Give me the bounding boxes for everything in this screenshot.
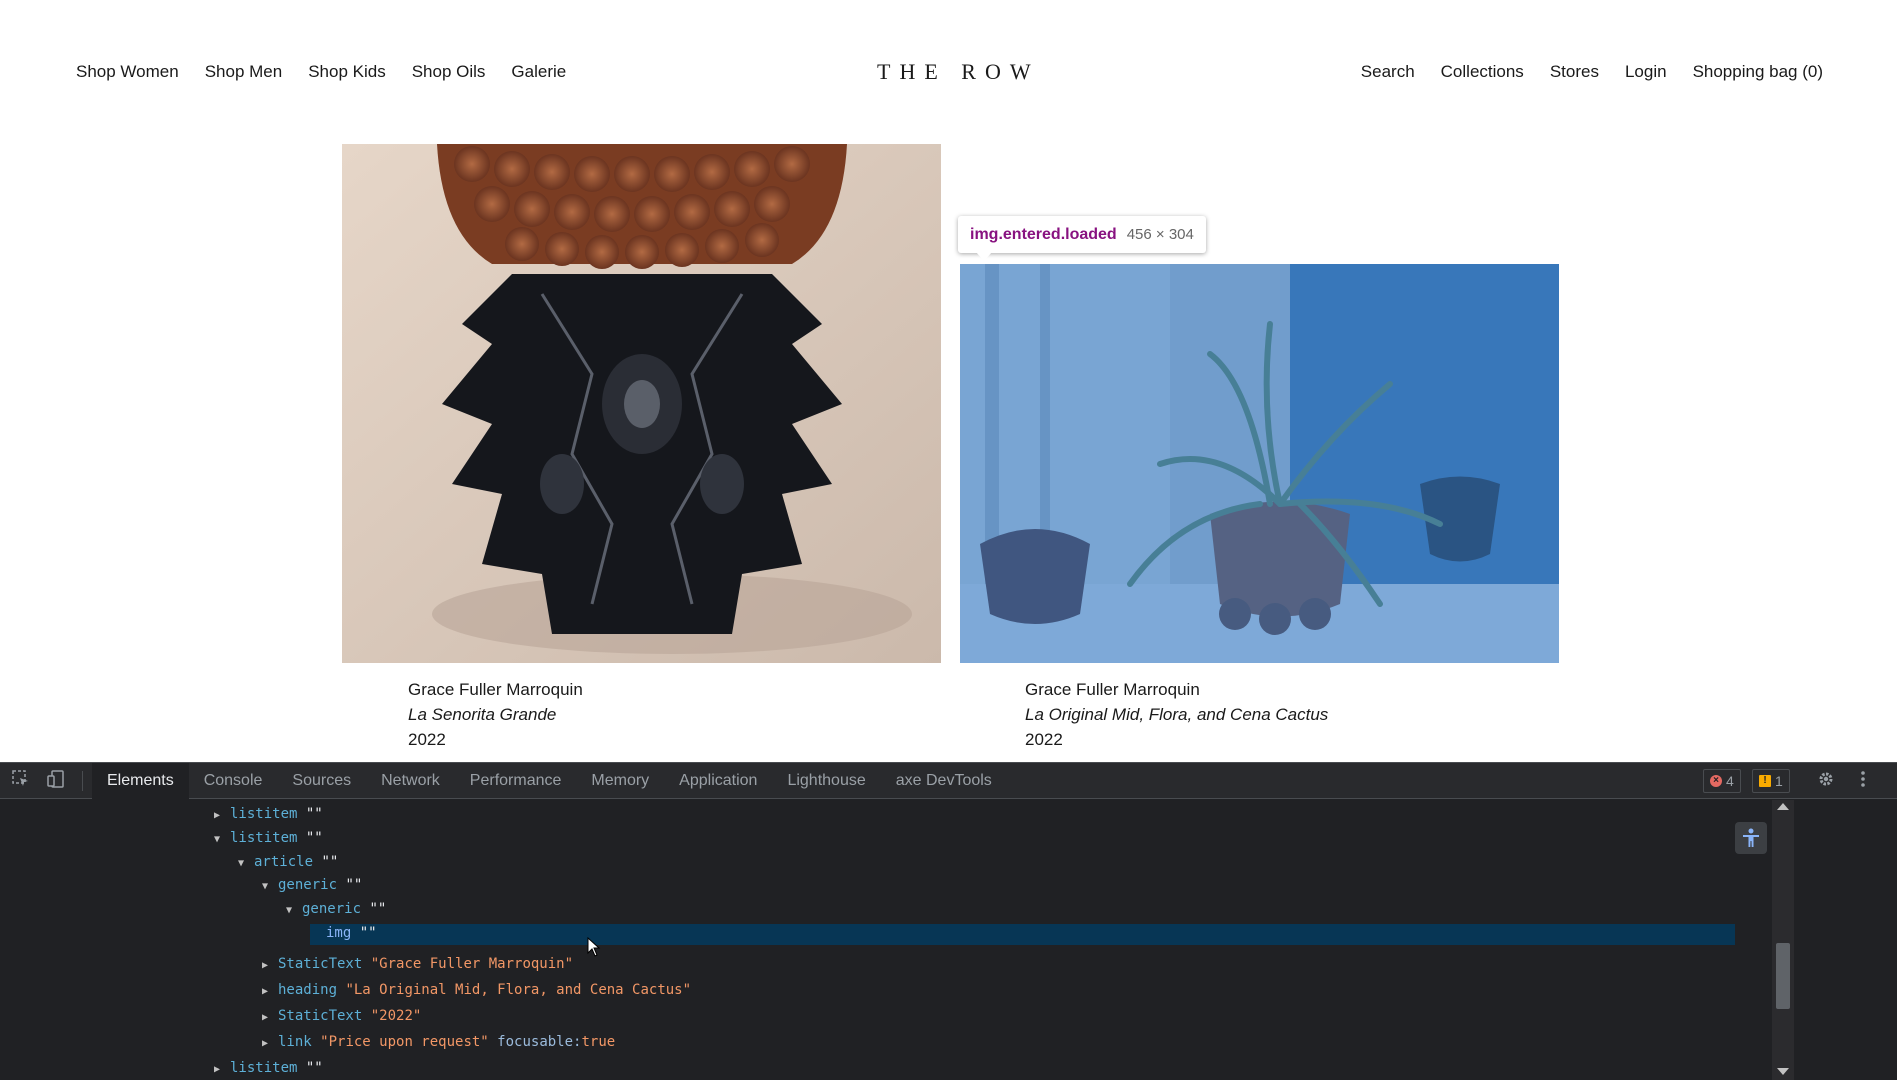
scroll-down-arrow-icon[interactable] <box>1777 1068 1789 1075</box>
expand-arrow-icon[interactable]: ▶ <box>214 805 230 827</box>
accessibility-person-icon[interactable] <box>1735 822 1767 854</box>
tab-network[interactable]: Network <box>366 763 455 799</box>
warning-count-badge[interactable]: ! 1 <box>1752 769 1790 793</box>
tab-console[interactable]: Console <box>189 763 278 799</box>
error-icon: × <box>1710 775 1722 787</box>
artwork-artist: Grace Fuller Marroquin <box>408 680 583 699</box>
collapse-arrow-icon[interactable]: ▼ <box>214 829 230 851</box>
nav-collections-link[interactable]: Collections <box>1441 62 1524 82</box>
tree-node[interactable]: ▶ StaticText "Grace Fuller Marroquin" <box>262 953 573 975</box>
expand-arrow-icon[interactable]: ▶ <box>262 1007 278 1029</box>
nav-login-link[interactable]: Login <box>1625 62 1667 82</box>
tree-node[interactable]: ▶ StaticText "2022" <box>262 1005 421 1027</box>
nav-shop-men-link[interactable]: Shop Men <box>205 62 283 82</box>
accessibility-tree: ▶ listitem "" ▼ listitem "" ▼ article "" ▼ g… <box>0 800 1770 1080</box>
tab-lighthouse[interactable]: Lighthouse <box>772 763 880 799</box>
tooltip-dimensions: 456 × 304 <box>1126 226 1194 243</box>
tree-node[interactable]: ▼ article "" <box>238 851 338 873</box>
warning-icon: ! <box>1759 775 1771 787</box>
gear-icon[interactable] <box>1815 770 1837 792</box>
collapse-arrow-icon[interactable]: ▼ <box>262 876 278 898</box>
tree-node[interactable]: ▼ listitem "" <box>214 827 323 849</box>
tooltip-selector: img.entered.loaded <box>970 225 1117 243</box>
scrollbar-thumb[interactable] <box>1776 943 1790 1009</box>
collapse-arrow-icon[interactable]: ▼ <box>286 900 302 922</box>
tree-node[interactable]: ▶ heading "La Original Mid, Flora, and Ce… <box>262 979 691 1001</box>
tab-sources[interactable]: Sources <box>277 763 366 799</box>
device-toolbar-icon[interactable] <box>45 770 67 792</box>
artwork-artist: Grace Fuller Marroquin <box>1025 680 1200 699</box>
error-count-badge[interactable]: × 4 <box>1703 769 1741 793</box>
scroll-up-arrow-icon[interactable] <box>1777 803 1789 810</box>
expand-arrow-icon[interactable]: ▶ <box>262 1033 278 1055</box>
utility-nav: Search Collections Stores Login Shopping… <box>1361 62 1823 82</box>
tree-scrollbar[interactable] <box>1772 800 1794 1080</box>
artwork-title-link[interactable]: La Original Mid, Flora, and Cena Cactus <box>1025 702 1328 727</box>
expand-arrow-icon[interactable]: ▶ <box>262 955 278 977</box>
artwork-title-link[interactable]: La Senorita Grande <box>408 702 583 727</box>
artwork-image-la-senorita-grande[interactable] <box>342 144 941 663</box>
artwork-caption-2: Grace Fuller Marroquin La Original Mid, … <box>1025 677 1328 752</box>
nav-galerie-link[interactable]: Galerie <box>511 62 566 82</box>
tooltip-arrow <box>976 252 992 261</box>
tab-axe-devtools[interactable]: axe DevTools <box>881 763 1007 799</box>
tab-performance[interactable]: Performance <box>455 763 577 799</box>
nav-shop-oils-link[interactable]: Shop Oils <box>412 62 486 82</box>
collapse-arrow-icon[interactable]: ▼ <box>238 853 254 875</box>
nav-search-link[interactable]: Search <box>1361 62 1415 82</box>
tree-node-selected[interactable]: img "" <box>326 922 377 944</box>
more-options-icon[interactable] <box>1852 770 1874 792</box>
site-header: Shop Women Shop Men Shop Kids Shop Oils … <box>0 0 1897 144</box>
tree-node[interactable]: ▶ link "Price upon request" focusable:tru… <box>262 1031 615 1053</box>
artwork-image-la-original-mid[interactable] <box>960 264 1559 663</box>
artwork-caption-1: Grace Fuller Marroquin La Senorita Grand… <box>408 677 583 752</box>
mouse-cursor-icon <box>587 936 601 962</box>
nav-stores-link[interactable]: Stores <box>1550 62 1599 82</box>
tab-application[interactable]: Application <box>664 763 772 799</box>
devtools-tabs: Elements Console Sources Network Perform… <box>92 763 1007 799</box>
inspect-tooltip: img.entered.loaded 456 × 304 <box>958 216 1206 253</box>
tree-node[interactable]: ▼ generic "" <box>286 898 386 920</box>
devtools-toolbar: Elements Console Sources Network Perform… <box>0 762 1897 799</box>
toolbar-divider <box>82 771 83 791</box>
tab-elements[interactable]: Elements <box>92 763 189 799</box>
artwork-year: 2022 <box>408 730 446 749</box>
tree-node[interactable]: ▼ generic "" <box>262 874 362 896</box>
expand-arrow-icon[interactable]: ▶ <box>214 1059 230 1080</box>
warning-count: 1 <box>1775 773 1783 789</box>
expand-arrow-icon[interactable]: ▶ <box>262 981 278 1003</box>
inspect-element-icon[interactable] <box>10 770 32 792</box>
error-count: 4 <box>1726 773 1734 789</box>
primary-nav: Shop Women Shop Men Shop Kids Shop Oils … <box>76 62 566 82</box>
tree-node[interactable]: ▶ listitem "" <box>214 1057 323 1079</box>
nav-shopping-bag-link[interactable]: Shopping bag (0) <box>1693 62 1823 82</box>
artwork-year: 2022 <box>1025 730 1063 749</box>
brand-logo[interactable]: THE ROW <box>877 59 1040 85</box>
nav-shop-kids-link[interactable]: Shop Kids <box>308 62 386 82</box>
tree-node[interactable]: ▶ listitem "" <box>214 803 323 825</box>
tab-memory[interactable]: Memory <box>576 763 664 799</box>
nav-shop-women-link[interactable]: Shop Women <box>76 62 179 82</box>
